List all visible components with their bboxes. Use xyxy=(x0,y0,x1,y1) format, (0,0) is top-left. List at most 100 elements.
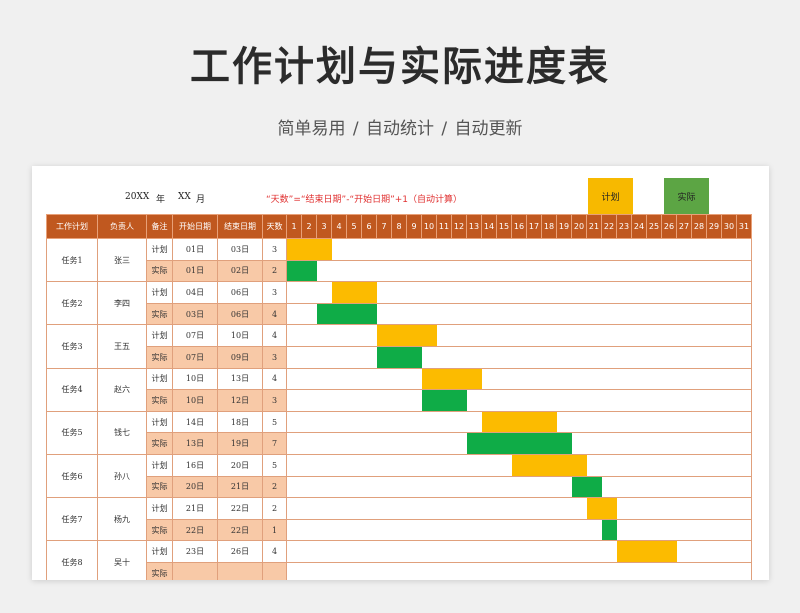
gantt-cell[interactable] xyxy=(496,518,512,542)
gantt-cell[interactable] xyxy=(526,259,542,283)
plan-bar-cell[interactable] xyxy=(631,540,647,563)
gantt-cell[interactable] xyxy=(541,238,557,261)
gantt-cell[interactable] xyxy=(706,389,722,412)
gantt-cell[interactable] xyxy=(676,238,692,261)
gantt-cell[interactable] xyxy=(361,540,377,563)
gantt-cell[interactable] xyxy=(526,281,542,304)
gantt-cell[interactable] xyxy=(301,518,317,542)
gantt-cell[interactable] xyxy=(601,238,617,261)
gantt-cell[interactable] xyxy=(526,324,542,347)
gantt-cell[interactable] xyxy=(331,389,347,412)
gantt-cell[interactable] xyxy=(511,259,527,283)
gantt-cell[interactable] xyxy=(556,540,572,563)
gantt-cell[interactable] xyxy=(721,561,737,580)
gantt-cell[interactable] xyxy=(721,540,737,563)
gantt-cell[interactable] xyxy=(571,324,587,347)
gantt-cell[interactable] xyxy=(721,238,737,261)
row-type[interactable]: 实际 xyxy=(146,345,173,369)
gantt-cell[interactable] xyxy=(556,281,572,304)
gantt-cell[interactable] xyxy=(646,518,662,542)
actual-bar-cell[interactable] xyxy=(466,432,482,455)
gantt-cell[interactable] xyxy=(331,410,347,434)
gantt-cell[interactable] xyxy=(391,497,407,520)
gantt-cell[interactable] xyxy=(541,389,557,412)
end-date[interactable]: 06日 xyxy=(217,302,263,326)
gantt-cell[interactable] xyxy=(301,281,317,304)
gantt-cell[interactable] xyxy=(286,345,302,369)
task-owner[interactable]: 赵六 xyxy=(97,367,147,412)
gantt-cell[interactable] xyxy=(286,475,302,499)
gantt-cell[interactable] xyxy=(286,324,302,347)
gantt-cell[interactable] xyxy=(556,259,572,283)
gantt-cell[interactable] xyxy=(661,497,677,520)
gantt-cell[interactable] xyxy=(526,497,542,520)
gantt-cell[interactable] xyxy=(286,432,302,455)
gantt-cell[interactable] xyxy=(496,259,512,283)
gantt-cell[interactable] xyxy=(541,345,557,369)
gantt-cell[interactable] xyxy=(436,238,452,261)
gantt-cell[interactable] xyxy=(421,410,437,434)
gantt-cell[interactable] xyxy=(661,518,677,542)
gantt-cell[interactable] xyxy=(346,561,362,580)
gantt-cell[interactable] xyxy=(436,281,452,304)
gantt-cell[interactable] xyxy=(436,432,452,455)
gantt-cell[interactable] xyxy=(691,345,707,369)
gantt-cell[interactable] xyxy=(631,497,647,520)
gantt-cell[interactable] xyxy=(601,324,617,347)
gantt-cell[interactable] xyxy=(616,281,632,304)
gantt-cell[interactable] xyxy=(736,410,752,434)
gantt-cell[interactable] xyxy=(286,410,302,434)
plan-bar-cell[interactable] xyxy=(556,453,572,477)
gantt-cell[interactable] xyxy=(466,497,482,520)
gantt-cell[interactable] xyxy=(436,453,452,477)
gantt-cell[interactable] xyxy=(661,389,677,412)
actual-bar-cell[interactable] xyxy=(376,345,392,369)
gantt-cell[interactable] xyxy=(361,410,377,434)
gantt-cell[interactable] xyxy=(451,238,467,261)
gantt-cell[interactable] xyxy=(331,518,347,542)
gantt-cell[interactable] xyxy=(331,497,347,520)
start-date[interactable]: 16日 xyxy=(172,453,218,477)
gantt-cell[interactable] xyxy=(646,410,662,434)
gantt-cell[interactable] xyxy=(466,410,482,434)
gantt-cell[interactable] xyxy=(646,497,662,520)
gantt-cell[interactable] xyxy=(481,324,497,347)
gantt-cell[interactable] xyxy=(691,410,707,434)
gantt-cell[interactable] xyxy=(406,453,422,477)
start-date[interactable]: 03日 xyxy=(172,302,218,326)
gantt-cell[interactable] xyxy=(481,238,497,261)
gantt-cell[interactable] xyxy=(556,302,572,326)
gantt-cell[interactable] xyxy=(706,432,722,455)
gantt-cell[interactable] xyxy=(316,432,332,455)
actual-bar-cell[interactable] xyxy=(601,518,617,542)
task-name[interactable]: 任务5 xyxy=(46,410,98,455)
gantt-cell[interactable] xyxy=(691,259,707,283)
gantt-cell[interactable] xyxy=(391,281,407,304)
gantt-cell[interactable] xyxy=(691,324,707,347)
gantt-cell[interactable] xyxy=(736,518,752,542)
gantt-cell[interactable] xyxy=(646,389,662,412)
task-owner[interactable]: 杨九 xyxy=(97,497,147,542)
duration-days[interactable]: 4 xyxy=(262,367,287,391)
gantt-cell[interactable] xyxy=(391,518,407,542)
gantt-cell[interactable] xyxy=(706,259,722,283)
gantt-cell[interactable] xyxy=(721,518,737,542)
gantt-cell[interactable] xyxy=(376,367,392,391)
gantt-cell[interactable] xyxy=(736,259,752,283)
gantt-cell[interactable] xyxy=(286,497,302,520)
gantt-cell[interactable] xyxy=(421,561,437,580)
start-date[interactable]: 04日 xyxy=(172,281,218,304)
gantt-cell[interactable] xyxy=(331,475,347,499)
gantt-cell[interactable] xyxy=(421,475,437,499)
actual-bar-cell[interactable] xyxy=(346,302,362,326)
gantt-cell[interactable] xyxy=(616,561,632,580)
gantt-cell[interactable] xyxy=(301,497,317,520)
gantt-cell[interactable] xyxy=(646,453,662,477)
gantt-cell[interactable] xyxy=(316,561,332,580)
gantt-cell[interactable] xyxy=(661,410,677,434)
gantt-cell[interactable] xyxy=(361,389,377,412)
gantt-cell[interactable] xyxy=(511,281,527,304)
gantt-cell[interactable] xyxy=(286,389,302,412)
gantt-cell[interactable] xyxy=(346,540,362,563)
gantt-cell[interactable] xyxy=(421,453,437,477)
